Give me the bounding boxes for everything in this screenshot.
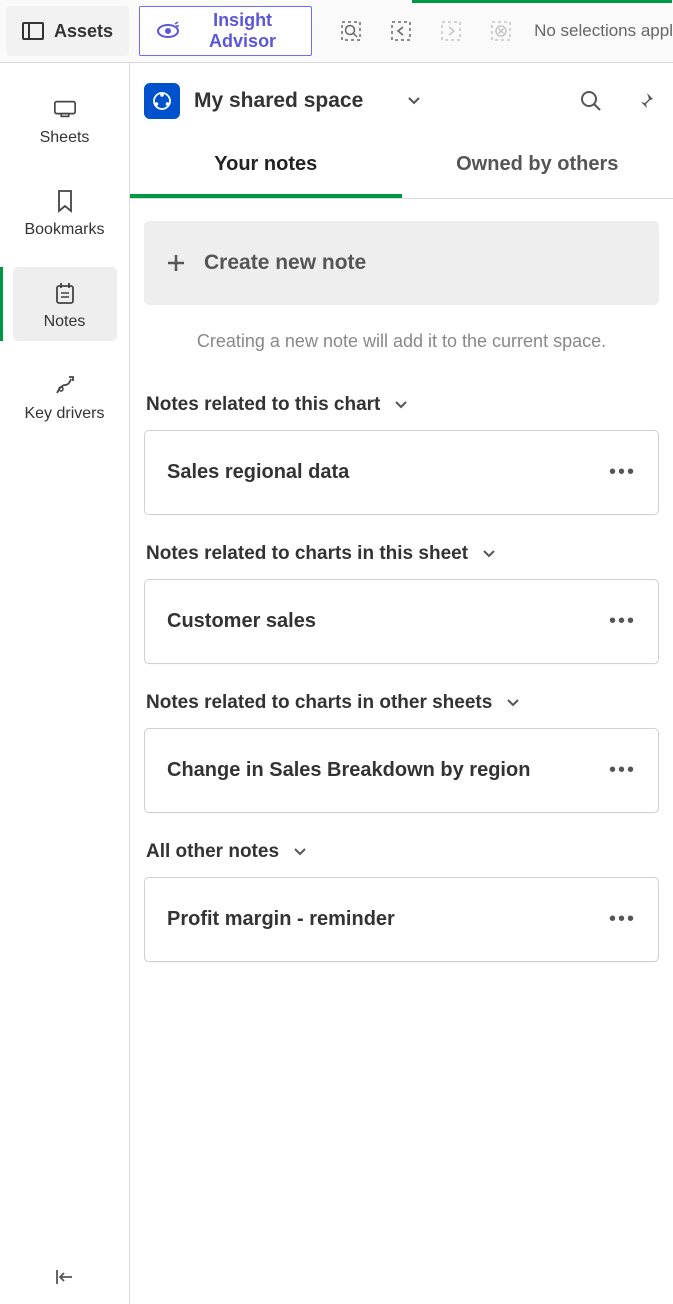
create-note-button[interactable]: Create new note — [144, 221, 659, 305]
note-title: Sales regional data — [167, 461, 349, 484]
selection-toolbar — [340, 0, 512, 62]
smart-search-icon[interactable] — [340, 20, 362, 42]
note-title: Customer sales — [167, 610, 316, 633]
section-header-all-other[interactable]: All other notes — [146, 841, 659, 863]
selection-forward-icon[interactable] — [440, 20, 462, 42]
plus-icon — [166, 253, 186, 273]
more-icon[interactable]: ••• — [609, 908, 636, 931]
create-note-hint: Creating a new note will add it to the c… — [144, 305, 659, 384]
notes-panel: My shared space Your notes Owned by othe… — [130, 63, 673, 1304]
notes-icon — [53, 281, 77, 305]
search-icon[interactable] — [579, 89, 603, 113]
collapse-sidebar-icon[interactable] — [54, 1268, 76, 1286]
sidebar-item-bookmarks[interactable]: Bookmarks — [13, 175, 117, 249]
section-header-other-sheets[interactable]: Notes related to charts in other sheets — [146, 692, 659, 714]
pin-icon[interactable] — [635, 91, 655, 111]
sidebar-item-sheets[interactable]: Sheets — [13, 83, 117, 157]
key-drivers-icon — [53, 373, 77, 397]
chevron-down-icon — [482, 549, 496, 559]
section-header-this-chart[interactable]: Notes related to this chart — [146, 394, 659, 416]
sidebar-item-label: Bookmarks — [24, 221, 104, 239]
space-title: My shared space — [194, 89, 363, 113]
create-note-label: Create new note — [204, 251, 366, 275]
clear-selections-icon[interactable] — [490, 20, 512, 42]
sidebar-item-notes[interactable]: Notes — [13, 267, 117, 341]
tab-your-notes[interactable]: Your notes — [130, 135, 402, 198]
sidebar-item-key-drivers[interactable]: Key drivers — [13, 359, 117, 433]
section-header-this-sheet[interactable]: Notes related to charts in this sheet — [146, 543, 659, 565]
panel-header: My shared space — [130, 63, 673, 135]
note-title: Profit margin - reminder — [167, 908, 395, 931]
selection-back-icon[interactable] — [390, 20, 412, 42]
chevron-down-icon — [394, 400, 408, 410]
section-title: Notes related to charts in other sheets — [146, 692, 492, 714]
note-card[interactable]: Profit margin - reminder ••• — [144, 877, 659, 962]
sheets-icon — [53, 97, 77, 121]
note-card[interactable]: Change in Sales Breakdown by region ••• — [144, 728, 659, 813]
more-icon[interactable]: ••• — [609, 461, 636, 484]
sidebar-item-label: Sheets — [40, 129, 90, 147]
section-title: Notes related to this chart — [146, 394, 380, 416]
insight-icon — [156, 21, 180, 41]
chevron-down-icon — [293, 847, 307, 857]
note-card[interactable]: Customer sales ••• — [144, 579, 659, 664]
no-selections-text: No selections appl — [534, 21, 673, 41]
assets-label: Assets — [54, 21, 113, 42]
asset-sidebar: Sheets Bookmarks Notes Key drivers — [0, 63, 130, 1304]
bookmark-icon — [53, 189, 77, 213]
tab-owned-by-others[interactable]: Owned by others — [402, 135, 673, 198]
chevron-down-icon — [506, 698, 520, 708]
insight-advisor-button[interactable]: Insight Advisor — [139, 6, 312, 56]
more-icon[interactable]: ••• — [609, 610, 636, 633]
sidebar-item-label: Key drivers — [24, 405, 104, 423]
top-toolbar: Assets Insight Advisor No selections app… — [0, 0, 673, 63]
notes-tabs: Your notes Owned by others — [130, 135, 673, 199]
more-icon[interactable]: ••• — [609, 759, 636, 782]
section-title: Notes related to charts in this sheet — [146, 543, 468, 565]
assets-button[interactable]: Assets — [6, 6, 129, 56]
space-badge-icon — [144, 83, 180, 119]
note-card[interactable]: Sales regional data ••• — [144, 430, 659, 515]
note-title: Change in Sales Breakdown by region — [167, 759, 530, 782]
assets-icon — [22, 22, 44, 40]
insight-label: Insight Advisor — [190, 10, 295, 52]
space-dropdown-icon[interactable] — [407, 96, 421, 106]
section-title: All other notes — [146, 841, 279, 863]
sidebar-item-label: Notes — [44, 313, 86, 331]
